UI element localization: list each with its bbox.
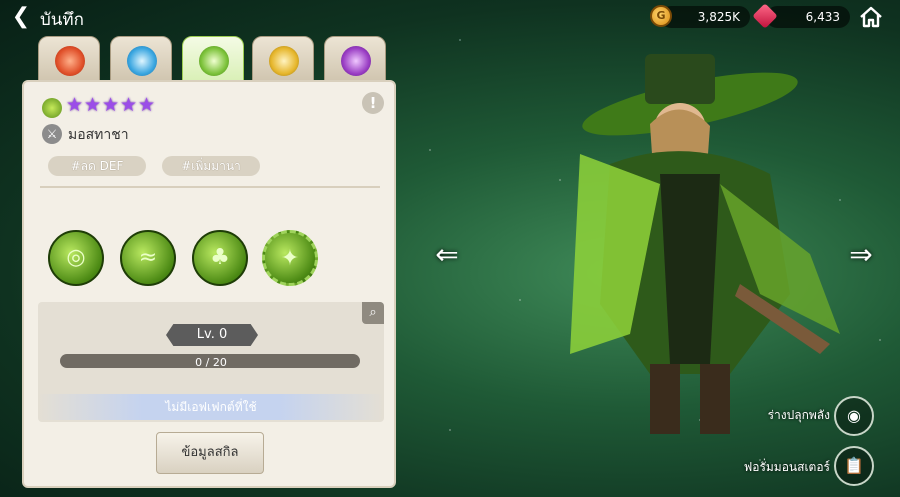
progress-text: 0 / 20 [195, 356, 227, 369]
wind-element-icon [42, 98, 62, 118]
gem-value: 6,433 [805, 10, 840, 24]
tag-badge: #เพิ่มมานา [162, 156, 260, 176]
skill-1-icon[interactable]: ◎ [48, 230, 104, 286]
star-icon: ★ [84, 94, 102, 116]
tab-dark[interactable] [324, 36, 386, 84]
back-arrow-icon[interactable]: ❮ [8, 4, 34, 30]
gem-counter: 6,433 [766, 6, 850, 28]
tag-badge: #ลด DEF [48, 156, 146, 176]
left-arrow-icon[interactable]: ⇐ [432, 240, 462, 270]
skill-3-icon[interactable]: ♣ [192, 230, 248, 286]
effect-status: ไม่มีเอฟเฟกต์ที่ใช้ [38, 394, 384, 420]
fire-orb-icon [55, 46, 85, 76]
dark-orb-icon [341, 46, 371, 76]
page-title: บันทึก [40, 10, 84, 30]
skill-info-button[interactable]: ข้อมูลสกิล [156, 432, 264, 474]
skill-2-icon[interactable]: ≈ [120, 230, 176, 286]
gold-coin-icon: G [650, 5, 672, 27]
forum-label: ฟอรั่มมอนสเตอร์ [743, 460, 830, 474]
clipboard-icon[interactable]: 📋 [834, 446, 874, 486]
monster-name: มอสทาชา [68, 127, 129, 143]
level-badge: Lv. 0 [166, 324, 258, 346]
skill-level-box: ⌕ Lv. 0 0 / 20 ไม่มีเอฟเฟกต์ที่ใช้ [38, 302, 384, 422]
star-icon: ★ [102, 94, 120, 116]
skill-4-icon[interactable]: ✦ [262, 230, 318, 286]
tab-wind[interactable] [182, 36, 244, 86]
star-icon: ★ [120, 94, 138, 116]
star-icon: ★ [66, 94, 84, 116]
attack-type-icon: ⚔ [42, 124, 62, 144]
magnifier-icon[interactable]: ⌕ [362, 302, 384, 324]
monster-character-art [570, 54, 840, 434]
divider [40, 186, 380, 188]
tab-light[interactable] [252, 36, 314, 84]
gold-counter: 3,825K [660, 6, 750, 28]
tab-fire[interactable] [38, 36, 100, 84]
star-icon: ★ [138, 94, 156, 116]
home-icon[interactable] [858, 4, 884, 30]
tab-water[interactable] [110, 36, 172, 84]
awaken-label: ร่างปลุกพลัง [767, 408, 830, 422]
monster-info-panel: ★ ★ ★ ★ ★ ! ⚔ มอสทาชา #ลด DEF #เพิ่มมานา… [22, 80, 396, 488]
gold-value: 3,825K [697, 10, 740, 24]
right-arrow-icon[interactable]: ⇒ [846, 240, 876, 270]
eye-icon[interactable]: ◉ [834, 396, 874, 436]
water-orb-icon [127, 46, 157, 76]
light-orb-icon [269, 46, 299, 76]
info-button[interactable]: ! [362, 92, 384, 114]
wind-orb-icon [199, 46, 229, 76]
